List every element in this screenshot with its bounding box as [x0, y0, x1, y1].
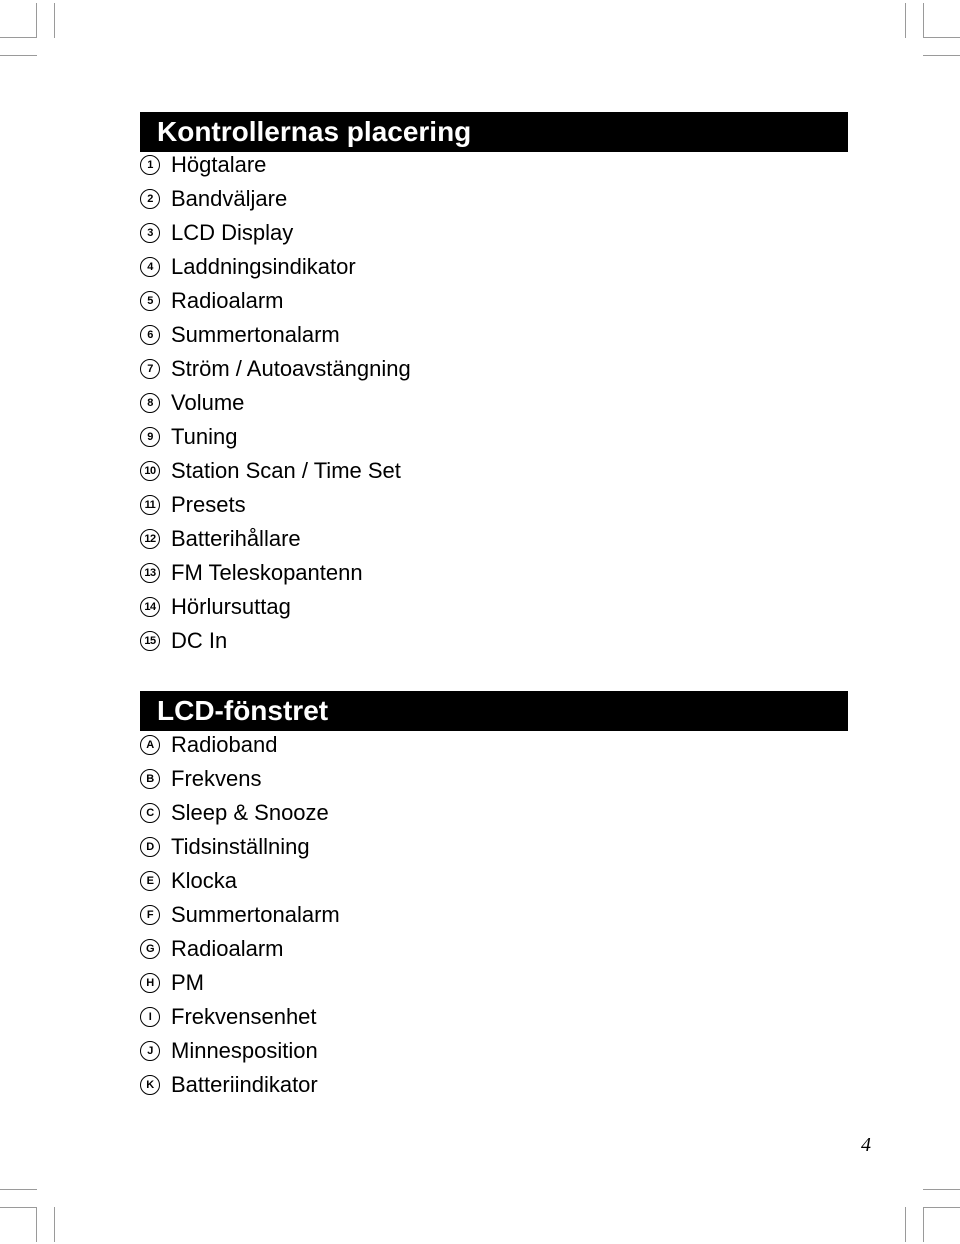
circled-marker-icon: 7 [140, 359, 160, 379]
list-item: 1 Högtalare [140, 148, 411, 182]
item-label: Sleep & Snooze [171, 800, 329, 825]
list-item: B Frekvens [140, 762, 340, 796]
circled-marker-icon: 10 [140, 461, 160, 481]
item-label: Radioalarm [171, 288, 284, 313]
list-item: 2 Bandväljare [140, 182, 411, 216]
circled-marker-icon: A [140, 735, 160, 755]
crop-mark [923, 55, 960, 56]
crop-mark [0, 55, 37, 56]
circled-marker-icon: F [140, 905, 160, 925]
crop-mark [36, 3, 37, 38]
item-label: Tidsinställning [171, 834, 310, 859]
circled-marker-icon: 9 [140, 427, 160, 447]
list-item: 3 LCD Display [140, 216, 411, 250]
list-item: E Klocka [140, 864, 340, 898]
list-item: 9 Tuning [140, 420, 411, 454]
crop-mark [905, 1207, 906, 1242]
item-label: Summertonalarm [171, 902, 340, 927]
item-label: Station Scan / Time Set [171, 458, 401, 483]
controls-list: 1 Högtalare 2 Bandväljare 3 LCD Display 4 Laddn… [140, 148, 411, 658]
circled-marker-icon: 13 [140, 563, 160, 583]
list-item: 4 Laddningsindikator [140, 250, 411, 284]
circled-marker-icon: 11 [140, 495, 160, 515]
item-label: Presets [171, 492, 246, 517]
item-label: Högtalare [171, 152, 267, 177]
circled-marker-icon: H [140, 973, 160, 993]
crop-mark [923, 1207, 924, 1242]
circled-marker-icon: K [140, 1075, 160, 1095]
item-label: Batterihållare [171, 526, 301, 551]
crop-mark [923, 1189, 960, 1190]
crop-mark [36, 1207, 37, 1242]
list-item: 8 Volume [140, 386, 411, 420]
list-item: H PM [140, 966, 340, 1000]
item-label: Laddningsindikator [171, 254, 356, 279]
item-label: Summertonalarm [171, 322, 340, 347]
list-item: 7 Ström / Autoavstängning [140, 352, 411, 386]
crop-mark [0, 37, 37, 38]
crop-mark [0, 1207, 37, 1208]
item-label: FM Teleskopantenn [171, 560, 363, 585]
list-item: 12 Batterihållare [140, 522, 411, 556]
item-label: LCD Display [171, 220, 294, 245]
item-label: Klocka [171, 868, 238, 893]
lcd-heading: LCD-fönstret [140, 691, 848, 731]
circled-marker-icon: 8 [140, 393, 160, 413]
circled-marker-icon: 12 [140, 529, 160, 549]
list-item: 14 Hörlursuttag [140, 590, 411, 624]
circled-marker-icon: 4 [140, 257, 160, 277]
list-item: 15 DC In [140, 624, 411, 658]
crop-mark [0, 1189, 37, 1190]
list-item: J Minnesposition [140, 1034, 340, 1068]
list-item: 10 Station Scan / Time Set [140, 454, 411, 488]
item-label: PM [171, 970, 204, 995]
list-item: C Sleep & Snooze [140, 796, 340, 830]
item-label: DC In [171, 628, 228, 653]
item-label: Bandväljare [171, 186, 288, 211]
circled-marker-icon: 15 [140, 631, 160, 651]
circled-marker-icon: J [140, 1041, 160, 1061]
crop-mark [905, 3, 906, 38]
list-item: 11 Presets [140, 488, 411, 522]
circled-marker-icon: I [140, 1007, 160, 1027]
item-label: Hörlursuttag [171, 594, 291, 619]
list-item: K Batteriindikator [140, 1068, 340, 1102]
crop-mark [54, 3, 55, 38]
crop-mark [923, 37, 960, 38]
list-item: F Summertonalarm [140, 898, 340, 932]
list-item: D Tidsinställning [140, 830, 340, 864]
crop-mark [923, 1207, 960, 1208]
lcd-list: A Radioband B Frekvens C Sleep & Snooze D Tidsi… [140, 728, 340, 1102]
circled-marker-icon: 6 [140, 325, 160, 345]
list-item: G Radioalarm [140, 932, 340, 966]
circled-marker-icon: 5 [140, 291, 160, 311]
list-item: 6 Summertonalarm [140, 318, 411, 352]
list-item: A Radioband [140, 728, 340, 762]
list-item: 13 FM Teleskopantenn [140, 556, 411, 590]
circled-marker-icon: 2 [140, 189, 160, 209]
page-number: 4 [861, 1134, 871, 1156]
list-item: I Frekvensenhet [140, 1000, 340, 1034]
circled-marker-icon: B [140, 769, 160, 789]
item-label: Tuning [171, 424, 238, 449]
controls-heading: Kontrollernas placering [140, 112, 848, 152]
item-label: Ström / Autoavstängning [171, 356, 411, 381]
item-label: Minnesposition [171, 1038, 318, 1063]
circled-marker-icon: C [140, 803, 160, 823]
item-label: Volume [171, 390, 245, 415]
item-label: Frekvens [171, 766, 262, 791]
list-item: 5 Radioalarm [140, 284, 411, 318]
item-label: Radioband [171, 732, 278, 757]
item-label: Radioalarm [171, 936, 284, 961]
circled-marker-icon: 3 [140, 223, 160, 243]
crop-mark [54, 1207, 55, 1242]
circled-marker-icon: 14 [140, 597, 160, 617]
item-label: Frekvensenhet [171, 1004, 317, 1029]
crop-mark [923, 3, 924, 38]
circled-marker-icon: D [140, 837, 160, 857]
circled-marker-icon: 1 [140, 155, 160, 175]
circled-marker-icon: E [140, 871, 160, 891]
item-label: Batteriindikator [171, 1072, 318, 1097]
circled-marker-icon: G [140, 939, 160, 959]
